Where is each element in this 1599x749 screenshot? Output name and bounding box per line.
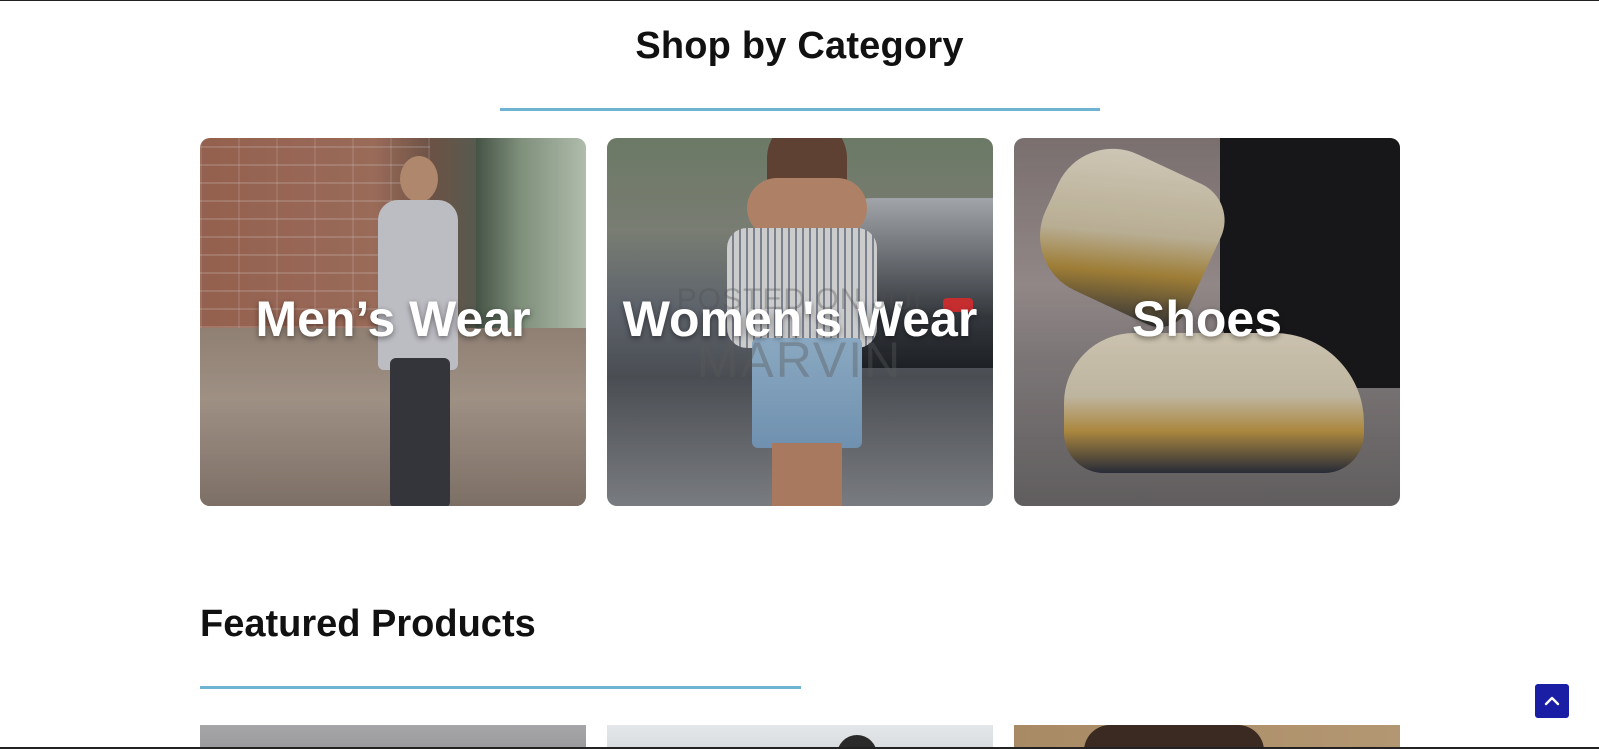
chevron-up-icon <box>1544 696 1560 706</box>
featured-products-title: Featured Products <box>200 603 536 645</box>
watermark-name: MARVIN <box>696 332 903 388</box>
featured-product-card[interactable] <box>1014 725 1400 747</box>
page: Shop by Category Men’s Wear Women's Wear… <box>0 0 1599 749</box>
category-title-underline <box>500 108 1100 111</box>
featured-product-card[interactable] <box>607 725 993 747</box>
featured-title-underline <box>200 686 801 689</box>
category-card-shoes[interactable]: Shoes <box>1014 138 1400 506</box>
category-card-mens-wear[interactable]: Men’s Wear <box>200 138 586 506</box>
back-to-top-button[interactable] <box>1535 684 1569 718</box>
category-card-womens-wear[interactable]: Women's Wear <box>607 138 993 506</box>
shop-by-category-title: Shop by Category <box>635 25 964 67</box>
watermark-posted-on: POSTED ON JIJI <box>676 283 923 316</box>
featured-product-card[interactable] <box>200 725 586 747</box>
